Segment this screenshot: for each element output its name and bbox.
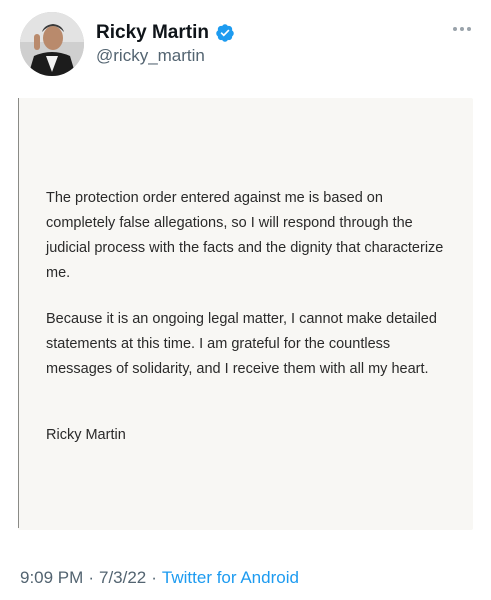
tweet-time[interactable]: 9:09 PM bbox=[20, 568, 83, 587]
statement-border bbox=[18, 98, 19, 528]
tweet-header: Ricky Martin @ricky_martin bbox=[20, 12, 475, 76]
avatar[interactable] bbox=[20, 12, 84, 76]
tweet-source-link[interactable]: Twitter for Android bbox=[162, 568, 299, 587]
statement-signature: Ricky Martin bbox=[46, 427, 126, 443]
tweet-date[interactable]: 7/3/22 bbox=[99, 568, 146, 587]
verified-badge-icon bbox=[216, 24, 234, 42]
author-display-name[interactable]: Ricky Martin bbox=[96, 22, 209, 44]
tweet-meta: 9:09 PM · 7/3/22 · Twitter for Android bbox=[20, 567, 299, 589]
avatar-photo bbox=[20, 12, 84, 76]
more-options-icon[interactable] bbox=[451, 24, 473, 34]
statement-paragraph: Because it is an ongoing legal matter, I… bbox=[46, 311, 437, 377]
meta-separator: · bbox=[151, 568, 157, 587]
author-handle[interactable]: @ricky_martin bbox=[96, 46, 235, 66]
statement-text: The protection order entered against me … bbox=[46, 186, 456, 403]
statement-image[interactable]: The protection order entered against me … bbox=[18, 98, 473, 530]
meta-separator: · bbox=[88, 568, 94, 587]
statement-paragraph: The protection order entered against me … bbox=[46, 190, 444, 281]
